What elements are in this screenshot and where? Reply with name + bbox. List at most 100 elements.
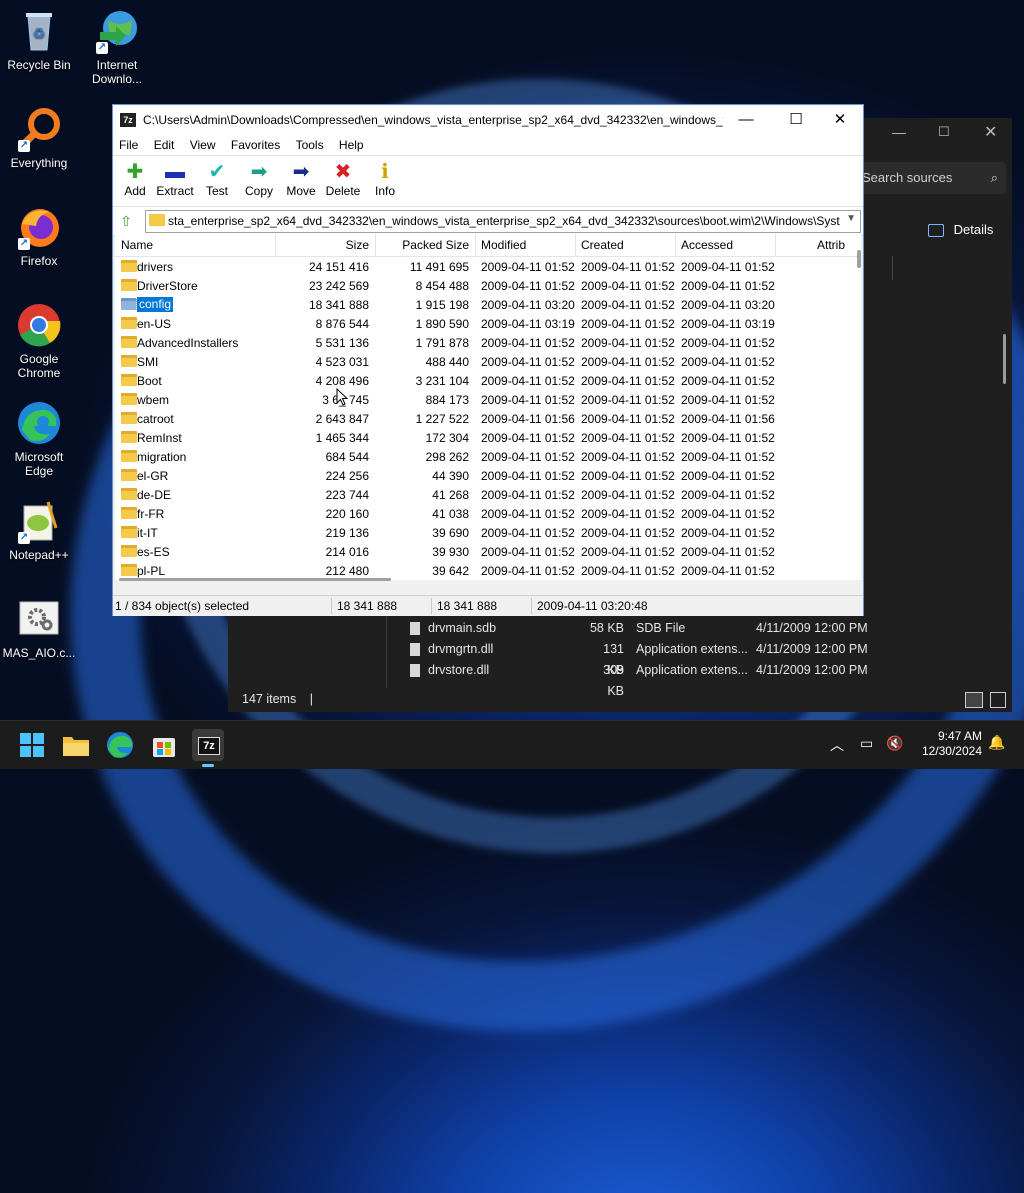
maximize-button[interactable]: ☐: [773, 105, 819, 135]
cell-packed-size: 8 454 488: [415, 279, 469, 293]
cell-name: SMI: [137, 355, 159, 369]
pane-divider: [892, 256, 893, 280]
list-vertical-scrollbar[interactable]: [857, 250, 861, 268]
notification-bell-icon[interactable]: 🔔: [988, 734, 1005, 751]
chevron-up-icon[interactable]: ︿: [830, 735, 844, 755]
info-button[interactable]: ℹ Info: [363, 160, 407, 198]
table-row[interactable]: fr-FR 220 160 41 038 2009-04-11 01:52 2009-0…: [115, 504, 861, 523]
cell-name: de-DE: [137, 488, 172, 502]
delete-button[interactable]: ✖ Delete: [321, 160, 365, 198]
details-button[interactable]: Details: [928, 222, 994, 238]
minimize-icon[interactable]: —: [892, 124, 906, 140]
table-row[interactable]: es-ES 214 016 39 930 2009-04-11 01:52 2009-0…: [115, 542, 861, 561]
menu-help[interactable]: Help: [333, 135, 370, 155]
minimize-button[interactable]: —: [723, 105, 769, 135]
network-icon[interactable]: ▭: [860, 735, 873, 752]
cell-size: 2 643 847: [315, 412, 369, 426]
add-button[interactable]: ✚ Add: [113, 160, 157, 198]
search-input[interactable]: Search sources: [862, 170, 952, 185]
add-label: Add: [124, 184, 146, 198]
column-name[interactable]: Name: [121, 238, 153, 252]
path-field[interactable]: sta_enterprise_sp2_x64_dvd_342332\en_win…: [145, 210, 861, 233]
cell-size: 214 016: [325, 545, 369, 559]
table-row[interactable]: AdvancedInstallers 5 531 136 1 791 878 2009…: [115, 333, 861, 352]
menu-favorites[interactable]: Favorites: [225, 135, 286, 155]
table-row[interactable]: catroot 2 643 847 1 227 522 2009-04-11 01:5…: [115, 409, 861, 428]
column-size[interactable]: Size: [275, 238, 369, 252]
column-attrib[interactable]: Attrib: [817, 238, 845, 252]
table-row[interactable]: en-US 8 876 544 1 890 590 2009-04-11 03:19 2…: [115, 314, 861, 333]
cell-name: el-GR: [137, 469, 169, 483]
list-horizontal-scrollbar[interactable]: [119, 578, 391, 581]
volume-muted-icon[interactable]: 🔇: [886, 735, 903, 752]
folder-up-icon[interactable]: ⇧: [117, 212, 135, 230]
desktop-icon-everything[interactable]: ↗ Everything: [0, 106, 78, 170]
copy-button[interactable]: ➡ Copy: [237, 160, 281, 198]
desktop-icon-recycle-bin[interactable]: ♻ Recycle Bin: [0, 8, 78, 72]
extract-button[interactable]: ▬ Extract: [153, 160, 197, 198]
table-row[interactable]: it-IT 219 136 39 690 2009-04-11 01:52 2009-0…: [115, 523, 861, 542]
move-button[interactable]: ➡ Move: [279, 160, 323, 198]
column-created[interactable]: Created: [581, 238, 624, 252]
table-row[interactable]: migration 684 544 298 262 2009-04-11 01:52 2…: [115, 447, 861, 466]
cell-name: pl-PL: [137, 564, 166, 578]
chevron-down-icon[interactable]: ▼: [846, 213, 856, 224]
cell-modified: 2009-04-11 01:52: [481, 336, 575, 350]
desktop-icon-internet-download-manager[interactable]: ↗ Internet Downlo...: [78, 8, 156, 86]
table-row[interactable]: SMI 4 523 031 488 440 2009-04-11 01:52 2009-…: [115, 352, 861, 371]
table-row[interactable]: drvmain.sdb 58 KB SDB File 4/11/2009 12:…: [388, 618, 1008, 639]
column-modified[interactable]: Modified: [481, 238, 526, 252]
table-row[interactable]: de-DE 223 744 41 268 2009-04-11 01:52 2009-0…: [115, 485, 861, 504]
column-packed-size[interactable]: Packed Size: [375, 238, 469, 252]
explorer-search-box[interactable]: Search sources ⌕: [858, 162, 1006, 194]
table-row[interactable]: RemInst 1 465 344 172 304 2009-04-11 01:52 2…: [115, 428, 861, 447]
7zip-titlebar[interactable]: 7z C:\Users\Admin\Downloads\Compressed\e…: [113, 105, 863, 135]
add-icon: ✚: [126, 161, 144, 183]
desktop-icon-google-chrome[interactable]: Google Chrome: [0, 302, 78, 380]
tiles-view-icon[interactable]: [990, 692, 1006, 708]
menu-tools[interactable]: Tools: [290, 135, 330, 155]
menu-view[interactable]: View: [184, 135, 222, 155]
table-row[interactable]: el-GR 224 256 44 390 2009-04-11 01:52 2009-0…: [115, 466, 861, 485]
taskbar-file-explorer[interactable]: [60, 729, 92, 761]
table-row[interactable]: Boot 4 208 496 3 231 104 2009-04-11 01:52 20…: [115, 371, 861, 390]
clock[interactable]: 9:47 AM 12/30/2024: [920, 729, 982, 759]
start-button[interactable]: [16, 729, 48, 761]
copy-label: Copy: [244, 184, 273, 198]
taskbar-7zip[interactable]: 7z: [192, 729, 224, 767]
desktop-icon-mas-aio[interactable]: MAS_AIO.c...: [0, 596, 78, 660]
list-view-icon[interactable]: [964, 692, 983, 708]
path-text[interactable]: sta_enterprise_sp2_x64_dvd_342332\en_win…: [168, 214, 840, 228]
explorer-file-list[interactable]: drvmain.sdb 58 KB SDB File 4/11/2009 12:…: [388, 618, 1008, 698]
desktop-icon-notepad-plus-plus[interactable]: ↗ Notepad++: [0, 498, 78, 562]
file-list[interactable]: Name Size Packed Size Modified Created A…: [115, 234, 861, 580]
test-button[interactable]: ✔ Test: [195, 160, 239, 198]
table-row[interactable]: drvstore.dll 309 KB Application extens..…: [388, 660, 1008, 698]
status-bar: 1 / 834 object(s) selected 18 341 888 18…: [113, 595, 863, 616]
column-accessed[interactable]: Accessed: [681, 238, 733, 252]
explorer-scrollbar[interactable]: [1003, 334, 1006, 384]
menu-edit[interactable]: Edit: [148, 135, 181, 155]
table-row[interactable]: drvmgrtn.dll 131 KB Application extens..…: [388, 639, 1008, 677]
desktop-icon-firefox[interactable]: ↗ Firefox: [0, 204, 78, 268]
menu-bar: File Edit View Favorites Tools Help: [113, 135, 863, 156]
maximize-icon[interactable]: ☐: [938, 124, 950, 140]
details-label: Details: [953, 222, 994, 237]
taskbar-store[interactable]: [148, 729, 180, 761]
menu-file[interactable]: File: [113, 135, 144, 155]
7zip-logo-icon: 7z: [198, 737, 220, 755]
taskbar-edge[interactable]: [104, 729, 136, 761]
close-icon[interactable]: ✕: [984, 122, 997, 142]
table-row[interactable]: DriverStore 23 242 569 8 454 488 2009-04-11…: [115, 276, 861, 295]
desktop-icon-microsoft-edge[interactable]: Microsoft Edge: [0, 400, 78, 478]
close-button[interactable]: ✕: [817, 105, 863, 135]
search-icon: ⌕: [990, 170, 998, 185]
desktop-icon-label: Internet Downlo...: [91, 58, 143, 86]
table-row[interactable]: drivers 24 151 416 11 491 695 2009-04-11 01…: [115, 257, 861, 276]
table-row[interactable]: wbem 3 6_ 745 884 173 2009-04-11 01:52 2009-…: [115, 390, 861, 409]
table-row[interactable]: config 18 341 888 1 915 198 2009-04-11 03:2…: [115, 295, 861, 314]
cell-modified: 2009-04-11 01:52: [481, 545, 575, 559]
7zip-file-manager-window[interactable]: 7z C:\Users\Admin\Downloads\Compressed\e…: [112, 104, 864, 616]
view-toggle[interactable]: [964, 692, 1006, 711]
cell-packed-size: 1 890 590: [415, 317, 469, 331]
